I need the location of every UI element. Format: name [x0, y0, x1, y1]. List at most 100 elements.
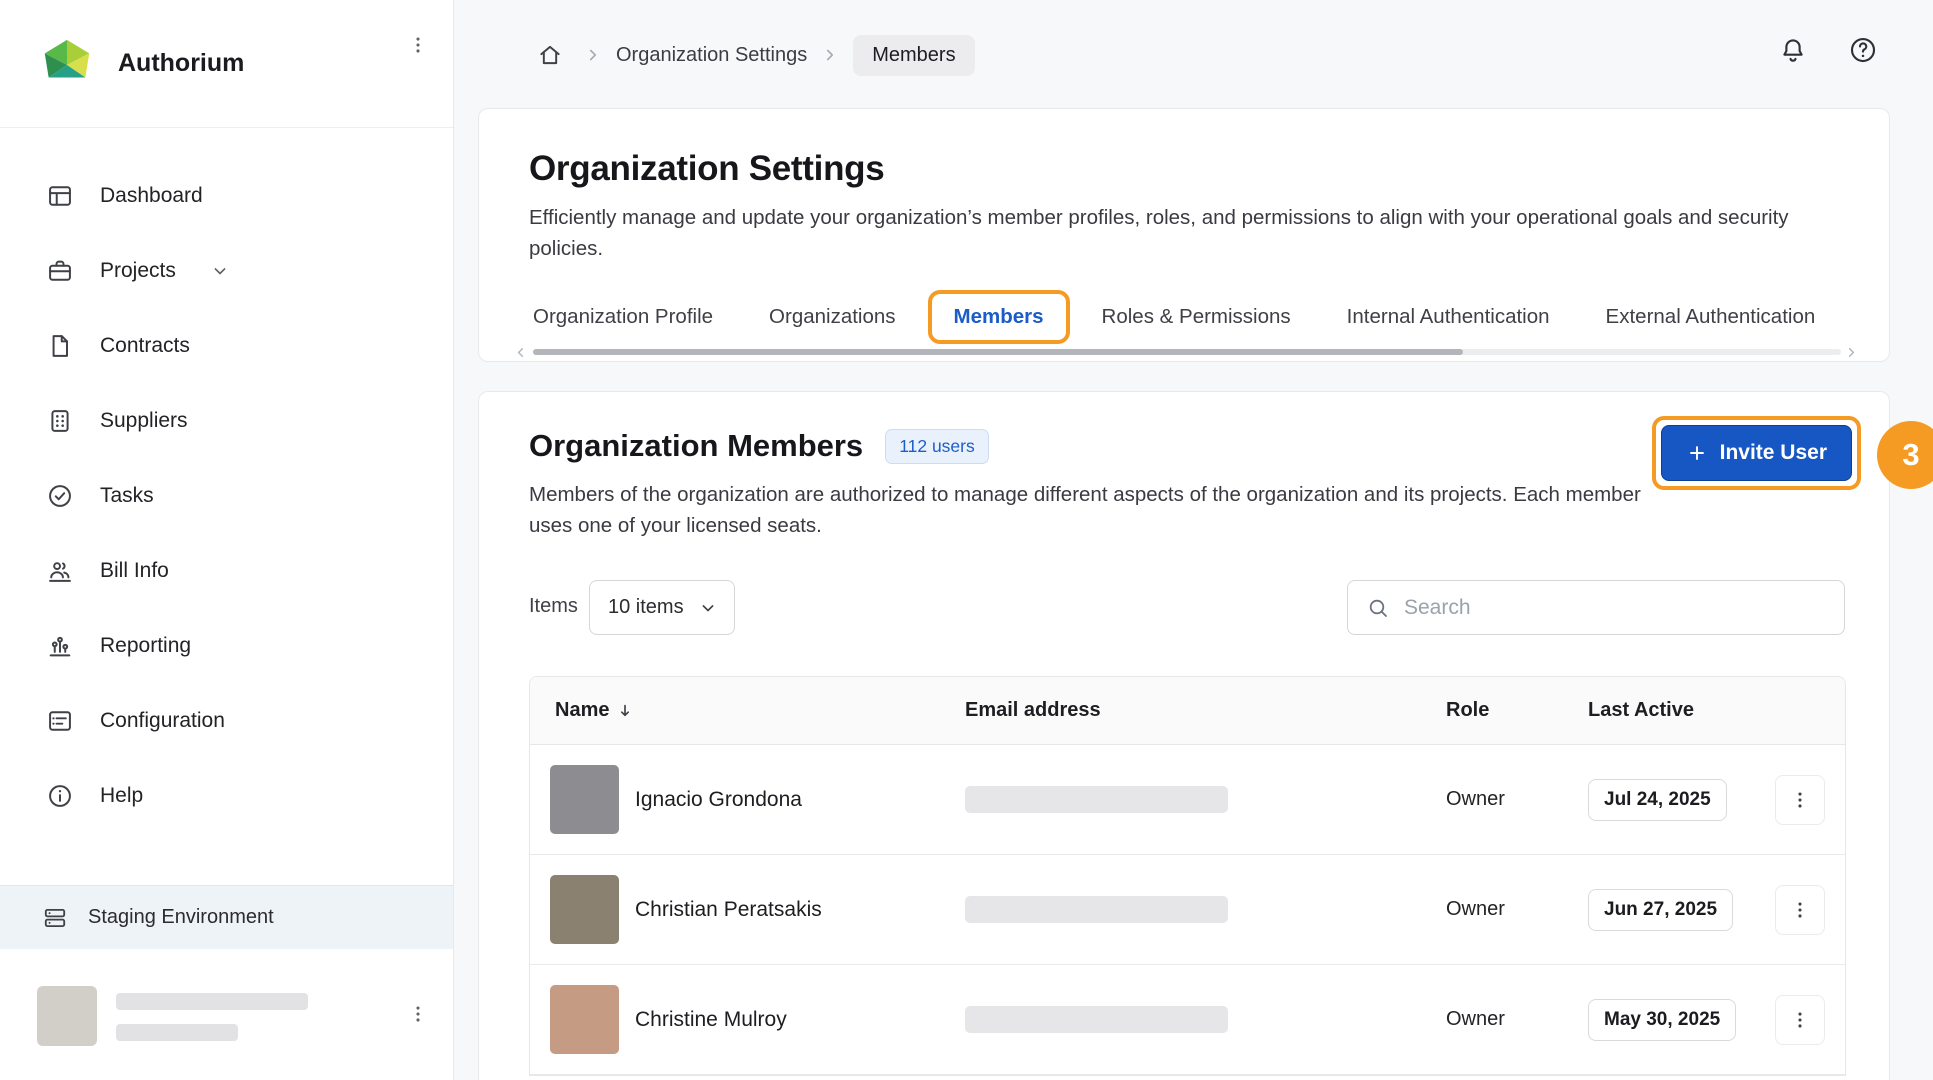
sidebar-item-label: Configuration — [100, 709, 225, 733]
chevron-right-icon — [584, 46, 602, 64]
member-name: Christian Peratsakis — [635, 898, 822, 922]
sidebar-item-projects[interactable]: Projects — [0, 233, 453, 308]
search-input[interactable] — [1404, 596, 1826, 620]
row-actions-menu-button[interactable] — [1775, 995, 1825, 1045]
tab-organization-profile[interactable]: Organization Profile — [533, 305, 713, 329]
app-logo-icon — [38, 35, 96, 93]
plus-icon — [1686, 442, 1708, 464]
tasks-icon — [46, 482, 74, 510]
sidebar-kebab-menu-button[interactable] — [399, 26, 437, 64]
suppliers-icon — [46, 407, 74, 435]
sidebar-item-label: Help — [100, 784, 143, 808]
environment-label: Staging Environment — [88, 906, 274, 929]
sidebar-item-contracts[interactable]: Contracts — [0, 308, 453, 383]
members-description: Members of the organization are authoriz… — [529, 479, 1654, 541]
reporting-icon — [46, 632, 74, 660]
tab-members-label: Members — [954, 305, 1044, 328]
configuration-icon — [46, 707, 74, 735]
kebab-menu-icon — [1789, 789, 1811, 811]
annotation-box-invite-user: Invite User — [1652, 416, 1861, 490]
staging-environment-selector[interactable]: Staging Environment — [0, 885, 453, 949]
items-per-page-value: 10 items — [608, 596, 684, 619]
chevron-down-icon — [698, 598, 718, 618]
sidebar-item-label: Contracts — [100, 334, 190, 358]
members-table: Name Email address Role Last Active Igna… — [529, 676, 1846, 1076]
main-content: Organization Settings Members Organizati… — [454, 0, 1933, 1080]
sidebar-item-dashboard[interactable]: Dashboard — [0, 158, 453, 233]
members-title: Organization Members — [529, 428, 863, 464]
sidebar-nav: Dashboard Projects Contracts Suppliers T… — [0, 128, 453, 833]
sidebar-item-bill-info[interactable]: Bill Info — [0, 533, 453, 608]
kebab-menu-icon — [1789, 899, 1811, 921]
breadcrumb-section-link[interactable]: Organization Settings — [616, 44, 807, 67]
sidebar-item-configuration[interactable]: Configuration — [0, 683, 453, 758]
user-name-redacted-bar — [116, 993, 308, 1010]
row-actions-menu-button[interactable] — [1775, 885, 1825, 935]
items-per-page-dropdown[interactable]: 10 items — [589, 580, 735, 635]
home-icon — [537, 42, 563, 68]
page-header-card: Organization Settings Efficiently manage… — [478, 108, 1890, 362]
topbar-actions — [1773, 30, 1883, 70]
sidebar-item-tasks[interactable]: Tasks — [0, 458, 453, 533]
column-header-email: Email address — [965, 699, 1446, 722]
table-row: Ignacio Grondona Owner Jul 24, 2025 — [530, 745, 1845, 855]
invite-user-label: Invite User — [1720, 441, 1827, 465]
sidebar-header: Authorium — [0, 0, 453, 128]
search-box — [1347, 580, 1845, 635]
notifications-button[interactable] — [1773, 30, 1813, 70]
sidebar-item-help[interactable]: Help — [0, 758, 453, 833]
sidebar-item-label: Reporting — [100, 634, 191, 658]
member-role: Owner — [1446, 898, 1588, 921]
tab-scrollbar-thumb[interactable] — [533, 349, 1463, 355]
member-avatar — [550, 985, 619, 1054]
members-table-header: Name Email address Role Last Active — [530, 677, 1845, 745]
tab-organizations[interactable]: Organizations — [769, 305, 895, 329]
users-count-badge: 112 users — [885, 429, 989, 464]
chevron-right-icon — [1844, 345, 1859, 360]
row-actions-menu-button[interactable] — [1775, 775, 1825, 825]
sidebar-item-label: Tasks — [100, 484, 154, 508]
last-active-chip: May 30, 2025 — [1588, 999, 1736, 1041]
tab-internal-authentication[interactable]: Internal Authentication — [1347, 305, 1550, 329]
tab-scroll-right-arrow[interactable] — [1844, 345, 1859, 360]
tab-members[interactable]: Members — [952, 305, 1046, 329]
page-description: Efficiently manage and update your organ… — [529, 202, 1824, 264]
table-row: Christine Mulroy Owner May 30, 2025 — [530, 965, 1845, 1075]
sort-descending-icon — [615, 701, 635, 721]
last-active-chip: Jun 27, 2025 — [1588, 889, 1733, 931]
column-header-last-active: Last Active — [1588, 699, 1775, 722]
contracts-icon — [46, 332, 74, 360]
column-header-role: Role — [1446, 699, 1588, 722]
help-icon — [46, 782, 74, 810]
last-active-chip: Jul 24, 2025 — [1588, 779, 1727, 821]
breadcrumb-home-button[interactable] — [530, 35, 570, 75]
tab-bar: Organization Profile Organizations Membe… — [533, 286, 1815, 348]
kebab-menu-icon — [407, 34, 429, 56]
member-role: Owner — [1446, 1008, 1588, 1031]
user-avatar — [37, 986, 97, 1046]
user-kebab-menu-button[interactable] — [399, 995, 437, 1033]
tab-roles-permissions[interactable]: Roles & Permissions — [1102, 305, 1291, 329]
member-avatar — [550, 765, 619, 834]
column-header-name[interactable]: Name — [530, 699, 965, 722]
sidebar: Authorium Dashboard Projects Contracts S… — [0, 0, 454, 1080]
help-circle-icon — [1848, 35, 1878, 65]
chevron-down-icon — [210, 261, 230, 281]
email-redacted-bar — [965, 1006, 1228, 1033]
sidebar-item-label: Suppliers — [100, 409, 188, 433]
tab-external-authentication[interactable]: External Authentication — [1606, 305, 1816, 329]
bell-icon — [1778, 35, 1808, 65]
breadcrumb-current-page: Members — [853, 35, 974, 76]
invite-user-button[interactable]: Invite User — [1661, 425, 1852, 481]
sidebar-item-suppliers[interactable]: Suppliers — [0, 383, 453, 458]
projects-icon — [46, 257, 74, 285]
app-name: Authorium — [118, 49, 244, 78]
tab-scrollbar-track[interactable] — [533, 349, 1841, 355]
help-button[interactable] — [1843, 30, 1883, 70]
sidebar-item-reporting[interactable]: Reporting — [0, 608, 453, 683]
dashboard-icon — [46, 182, 74, 210]
email-redacted-bar — [965, 786, 1228, 813]
tab-scroll-left-arrow[interactable] — [513, 345, 528, 360]
sidebar-item-label: Projects — [100, 259, 176, 283]
organization-members-card: Organization Members 112 users Members o… — [478, 391, 1890, 1080]
